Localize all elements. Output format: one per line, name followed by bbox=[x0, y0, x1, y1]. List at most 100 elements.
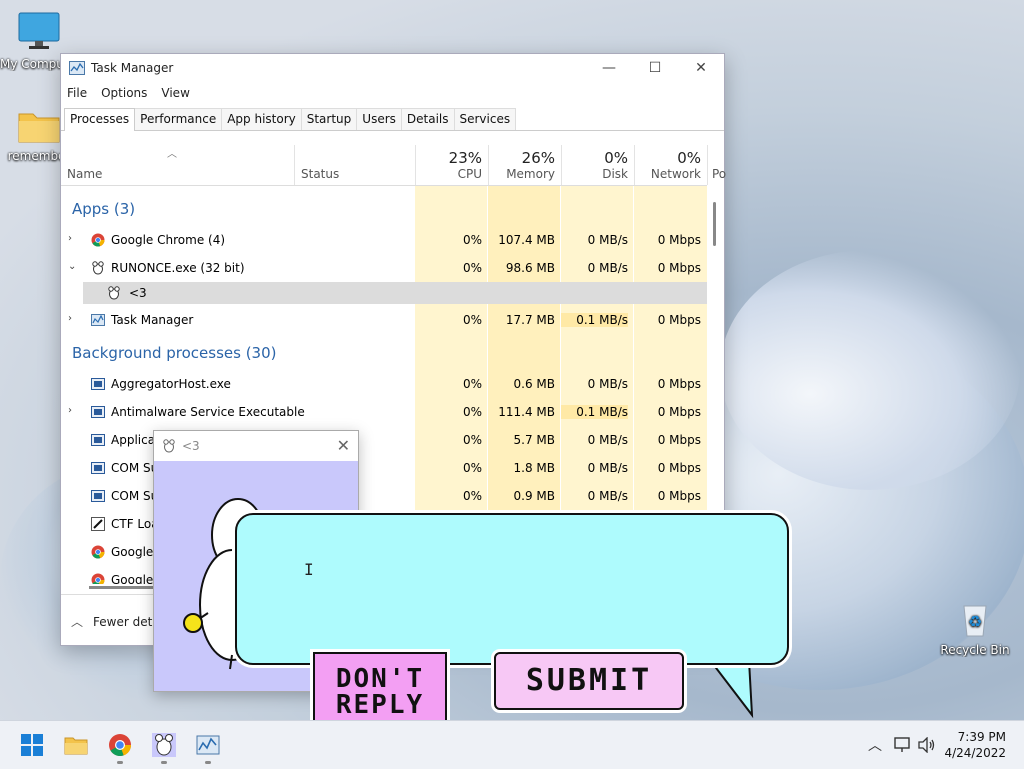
tab-performance[interactable]: Performance bbox=[134, 108, 223, 130]
process-name: Task Manager bbox=[111, 313, 194, 327]
cpu-value: 0% bbox=[462, 433, 482, 447]
cpu-value: 0% bbox=[462, 313, 482, 327]
desktop-icon-recycle-bin[interactable]: ♻ Recycle Bin bbox=[936, 600, 1014, 657]
running-indicator bbox=[117, 761, 123, 764]
title-bar[interactable]: Task Manager — ☐ ✕ bbox=[61, 54, 724, 82]
vertical-scrollbar-thumb[interactable] bbox=[713, 202, 716, 246]
dont-reply-label: DON'T REPLY bbox=[335, 664, 425, 720]
cpu-value: 0% bbox=[462, 489, 482, 503]
mouse-character-icon bbox=[92, 261, 104, 275]
disk-value: 0 MB/s bbox=[587, 261, 628, 275]
table-row[interactable]: AggregatorHost.exe 0% 0.6 MB 0 MB/s 0 Mb… bbox=[61, 370, 707, 398]
close-icon[interactable]: ✕ bbox=[337, 436, 350, 455]
column-cpu[interactable]: 23% CPU bbox=[415, 145, 488, 185]
clock-date: 4/24/2022 bbox=[944, 746, 1006, 760]
cpu-percent: 23% bbox=[448, 149, 482, 167]
heart-window-title-bar[interactable]: <3 bbox=[154, 431, 358, 461]
power-label: Po bbox=[712, 167, 727, 181]
disk-value: 0 MB/s bbox=[587, 461, 628, 475]
cpu-value: 0% bbox=[462, 233, 482, 247]
network-value: 0 Mbps bbox=[657, 313, 701, 327]
network-icon[interactable] bbox=[894, 737, 912, 753]
tab-services[interactable]: Services bbox=[453, 108, 517, 130]
mouse-character-icon[interactable] bbox=[152, 733, 176, 757]
file-explorer-icon[interactable] bbox=[64, 733, 88, 757]
group-apps: Apps (3) bbox=[72, 200, 136, 218]
network-value: 0 Mbps bbox=[657, 261, 701, 275]
process-name: COM Su bbox=[111, 489, 159, 503]
windows-start-icon[interactable] bbox=[20, 733, 44, 757]
memory-value: 111.4 MB bbox=[498, 405, 555, 419]
memory-value: 107.4 MB bbox=[498, 233, 555, 247]
recycle-bin-icon: ♻ bbox=[963, 605, 987, 637]
menu-options[interactable]: Options bbox=[101, 86, 147, 100]
column-name[interactable]: Name bbox=[67, 167, 102, 181]
chevron-up-icon[interactable]: ︿ bbox=[868, 735, 882, 755]
app-window-icon bbox=[91, 378, 105, 390]
app-window-icon bbox=[91, 462, 105, 474]
tab-processes[interactable]: Processes bbox=[64, 108, 136, 131]
disk-value: 0 MB/s bbox=[587, 377, 628, 391]
table-row[interactable]: › Google Chrome (4) 0% 107.4 MB 0 MB/s 0… bbox=[61, 226, 707, 254]
task-manager-icon[interactable] bbox=[196, 733, 220, 757]
table-row[interactable]: › Task Manager 0% 17.7 MB 0.1 MB/s 0 Mbp… bbox=[61, 306, 707, 334]
network-value: 0 Mbps bbox=[657, 405, 701, 419]
network-value: 0 Mbps bbox=[657, 461, 701, 475]
memory-percent: 26% bbox=[521, 149, 555, 167]
cpu-value: 0% bbox=[462, 405, 482, 419]
desktop-icon-label: Recycle Bin bbox=[940, 643, 1010, 657]
chrome-icon[interactable] bbox=[108, 733, 132, 757]
process-name: AggregatorHost.exe bbox=[111, 377, 231, 391]
expand-chevron-icon[interactable]: › bbox=[68, 405, 72, 416]
expand-chevron-icon[interactable]: › bbox=[68, 233, 72, 244]
cpu-label: CPU bbox=[457, 167, 482, 181]
network-value: 0 Mbps bbox=[657, 377, 701, 391]
minimize-button[interactable]: — bbox=[586, 54, 632, 82]
menu-file[interactable]: File bbox=[67, 86, 87, 100]
group-background-processes: Background processes (30) bbox=[72, 344, 277, 362]
reply-text-area[interactable] bbox=[235, 513, 789, 665]
column-status: Status bbox=[301, 167, 340, 181]
window-title: Task Manager bbox=[91, 61, 174, 75]
task-manager-icon bbox=[91, 314, 105, 326]
menu-bar: File Options View bbox=[61, 82, 724, 104]
tab-startup[interactable]: Startup bbox=[300, 108, 358, 130]
table-row-selected[interactable]: <3 bbox=[83, 282, 707, 304]
column-power[interactable]: Po bbox=[707, 145, 727, 185]
tab-details[interactable]: Details bbox=[400, 108, 455, 130]
tab-app-history[interactable]: App history bbox=[221, 108, 302, 130]
memory-value: 5.7 MB bbox=[513, 433, 555, 447]
chrome-icon bbox=[91, 233, 105, 247]
collapse-chevron-icon[interactable]: ⌄ bbox=[68, 261, 76, 272]
svg-text:♻: ♻ bbox=[968, 612, 982, 631]
chrome-icon bbox=[91, 545, 105, 559]
menu-view[interactable]: View bbox=[161, 86, 189, 100]
tab-users[interactable]: Users bbox=[356, 108, 402, 130]
wallpaper-bloom bbox=[720, 250, 1020, 490]
column-memory[interactable]: 26% Memory bbox=[488, 145, 561, 185]
cpu-value: 0% bbox=[462, 377, 482, 391]
process-name: Google Chrome (4) bbox=[111, 233, 226, 247]
close-button[interactable]: ✕ bbox=[678, 54, 724, 82]
app-window-icon bbox=[91, 434, 105, 446]
chrome-icon bbox=[91, 573, 105, 584]
table-row[interactable]: › Antimalware Service Executable 0% 111.… bbox=[61, 398, 707, 426]
volume-icon[interactable] bbox=[918, 737, 936, 753]
memory-label: Memory bbox=[506, 167, 555, 181]
submit-button[interactable]: SUBMIT bbox=[494, 652, 684, 710]
network-value: 0 Mbps bbox=[657, 489, 701, 503]
expand-chevron-icon[interactable]: › bbox=[68, 313, 72, 324]
disk-value: 0 MB/s bbox=[587, 489, 628, 503]
table-row[interactable]: ⌄ RUNONCE.exe (32 bit) 0% 98.6 MB 0 MB/s… bbox=[61, 254, 707, 282]
maximize-button[interactable]: ☐ bbox=[632, 54, 678, 82]
memory-value: 98.6 MB bbox=[505, 261, 555, 275]
column-network[interactable]: 0% Network bbox=[634, 145, 707, 185]
network-percent: 0% bbox=[677, 149, 701, 167]
horizontal-scrollbar-thumb[interactable] bbox=[89, 586, 159, 589]
column-disk[interactable]: 0% Disk bbox=[561, 145, 634, 185]
column-status-cell[interactable]: Status bbox=[294, 145, 415, 185]
disk-value: 0 MB/s bbox=[587, 233, 628, 247]
clock[interactable]: 7:39 PM 4/24/2022 bbox=[944, 729, 1006, 761]
app-window-icon bbox=[91, 490, 105, 502]
cpu-value: 0% bbox=[462, 461, 482, 475]
